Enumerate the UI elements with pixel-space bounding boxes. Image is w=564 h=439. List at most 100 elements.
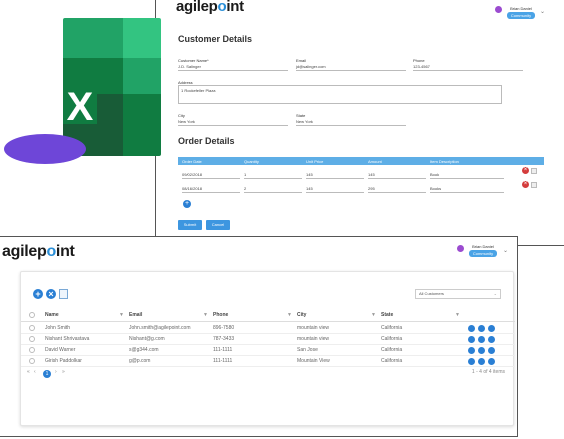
view-icon[interactable] [468, 336, 475, 343]
email-label: Email [296, 58, 307, 63]
agilepoint-logo: agilepoint [2, 243, 75, 260]
screenshot-collage: agilepoint Brian Daniel Community ⌄ Cust… [0, 0, 564, 439]
address-textarea[interactable]: 1 Rockefeller Plaza [178, 85, 502, 104]
edit-icon[interactable] [478, 358, 485, 365]
order-col-unit-price: Unit Price [306, 158, 324, 164]
order-details-heading: Order Details [178, 136, 235, 146]
delete-row-icon[interactable]: × [522, 181, 529, 188]
col-phone[interactable]: Phone [213, 308, 228, 322]
filter-icon[interactable]: ▼ [287, 308, 292, 322]
row-select-radio[interactable] [29, 347, 35, 353]
chevron-down-icon[interactable]: ⌄ [503, 247, 508, 254]
delete-row-icon[interactable]: × [522, 167, 529, 174]
col-name[interactable]: Name [45, 308, 59, 322]
info-icon[interactable] [488, 358, 495, 365]
filter-icon[interactable]: ▼ [455, 308, 460, 322]
col-city[interactable]: City [297, 308, 306, 322]
copy-row-icon[interactable] [531, 182, 537, 188]
row-select-radio[interactable] [29, 336, 35, 342]
user-menu[interactable]: Brian Daniel Community [466, 244, 500, 257]
add-icon[interactable]: + [33, 289, 43, 299]
customer-name-label: Customer Name* [178, 58, 209, 63]
filter-icon[interactable]: ▼ [203, 308, 208, 322]
info-icon[interactable] [488, 336, 495, 343]
order-unit-price-field[interactable]: 145 [306, 186, 364, 193]
page-number[interactable]: 1 [43, 370, 51, 378]
table-row[interactable]: John Smith John.smith@agilepoint.com 896… [21, 323, 515, 334]
cell-email: s@g344.com [129, 347, 159, 353]
add-row-icon[interactable]: + [183, 200, 191, 208]
customer-list-window: agilepoint Brian Daniel Community ⌄ + × … [0, 236, 518, 437]
email-field[interactable]: jd@salinger.com [296, 64, 406, 71]
order-date-field[interactable]: 08/16/2018 [182, 186, 240, 193]
view-icon[interactable] [468, 358, 475, 365]
order-col-quantity: Quantity [244, 158, 259, 164]
next-page-icon[interactable]: › [55, 369, 57, 375]
order-date-field[interactable]: 09/02/2018 [182, 172, 240, 179]
cell-city: mountain view [297, 325, 329, 331]
cell-phone: 787-3433 [213, 336, 235, 342]
col-state[interactable]: State [381, 308, 393, 322]
chevron-down-icon: ⌄ [493, 291, 497, 296]
excel-letter: X [66, 85, 94, 129]
copy-row-icon[interactable] [531, 168, 537, 174]
prev-page-icon[interactable]: ‹ [34, 369, 36, 375]
table-row[interactable]: Nishant Shrivastava Nishant@g.com 787-34… [21, 334, 515, 345]
col-email[interactable]: Email [129, 308, 142, 322]
city-field[interactable]: New York [178, 119, 288, 126]
chevron-down-icon[interactable]: ⌄ [540, 8, 545, 15]
order-col-date: Order Date [182, 158, 202, 164]
submit-button[interactable]: Submit [178, 220, 202, 230]
row-select-radio[interactable] [29, 358, 35, 364]
avatar[interactable] [457, 245, 464, 252]
order-quantity-field[interactable]: 1 [244, 172, 302, 179]
row-select-radio[interactable] [29, 325, 35, 331]
state-field[interactable]: New York [296, 119, 406, 126]
edit-icon[interactable] [478, 325, 485, 332]
edit-icon[interactable] [478, 336, 485, 343]
view-icon[interactable] [468, 325, 475, 332]
order-quantity-field[interactable]: 2 [244, 186, 302, 193]
order-col-amount: Amount [368, 158, 382, 164]
user-role-badge: Community [506, 12, 536, 19]
delete-icon[interactable]: × [46, 289, 56, 299]
order-unit-price-field[interactable]: 145 [306, 172, 364, 179]
customer-details-heading: Customer Details [178, 34, 253, 44]
customer-name-field[interactable]: J.D. Salinger [178, 64, 288, 71]
cell-state: California [381, 347, 403, 353]
phone-field[interactable]: 123-4567 [413, 64, 523, 71]
order-table: Order Date Quantity Unit Price Amount It… [178, 157, 544, 193]
order-item-field[interactable]: Book [430, 172, 504, 179]
first-page-icon[interactable]: « [27, 369, 30, 375]
customer-grid-card: + × All Customers ⌄ Name ▼ Email ▼ Phone… [20, 271, 515, 426]
filter-icon[interactable]: ▼ [119, 308, 124, 322]
filter-icon[interactable]: ▼ [371, 308, 376, 322]
cell-city: Mountain View [297, 358, 330, 364]
cancel-button[interactable]: Cancel [206, 220, 230, 230]
save-icon[interactable] [59, 289, 68, 299]
table-row[interactable]: David Warner s@g344.com 111-1111 San Jos… [21, 345, 515, 356]
avatar[interactable] [495, 6, 502, 13]
select-all-radio[interactable] [29, 312, 35, 318]
user-name: Brian Daniel [510, 6, 532, 11]
cell-email: John.smith@agilepoint.com [129, 325, 191, 331]
edit-icon[interactable] [478, 347, 485, 354]
user-menu[interactable]: Brian Daniel Community [504, 6, 538, 19]
cell-name: Nishant Shrivastava [45, 336, 90, 342]
view-icon[interactable] [468, 347, 475, 354]
order-amount-field[interactable]: 145 [368, 172, 426, 179]
last-page-icon[interactable]: » [62, 369, 65, 375]
order-amount-field[interactable]: 295 [368, 186, 426, 193]
order-row: 08/16/2018 2 145 295 Books × [178, 179, 544, 193]
pager-summary: 1 - 4 of 4 items [471, 369, 505, 375]
customer-filter-select[interactable]: All Customers ⌄ [415, 289, 501, 299]
table-row[interactable]: Girish Paddolkar g@p.com 111-1111 Mounta… [21, 356, 515, 367]
grid-header: Name ▼ Email ▼ Phone ▼ City ▼ State ▼ [21, 308, 515, 322]
cell-phone: 111-1111 [213, 358, 233, 364]
cell-state: California [381, 336, 403, 342]
info-icon[interactable] [488, 325, 495, 332]
order-item-field[interactable]: Books [430, 186, 504, 193]
cell-state: California [381, 325, 403, 331]
purple-oval-shape [4, 134, 86, 164]
info-icon[interactable] [488, 347, 495, 354]
